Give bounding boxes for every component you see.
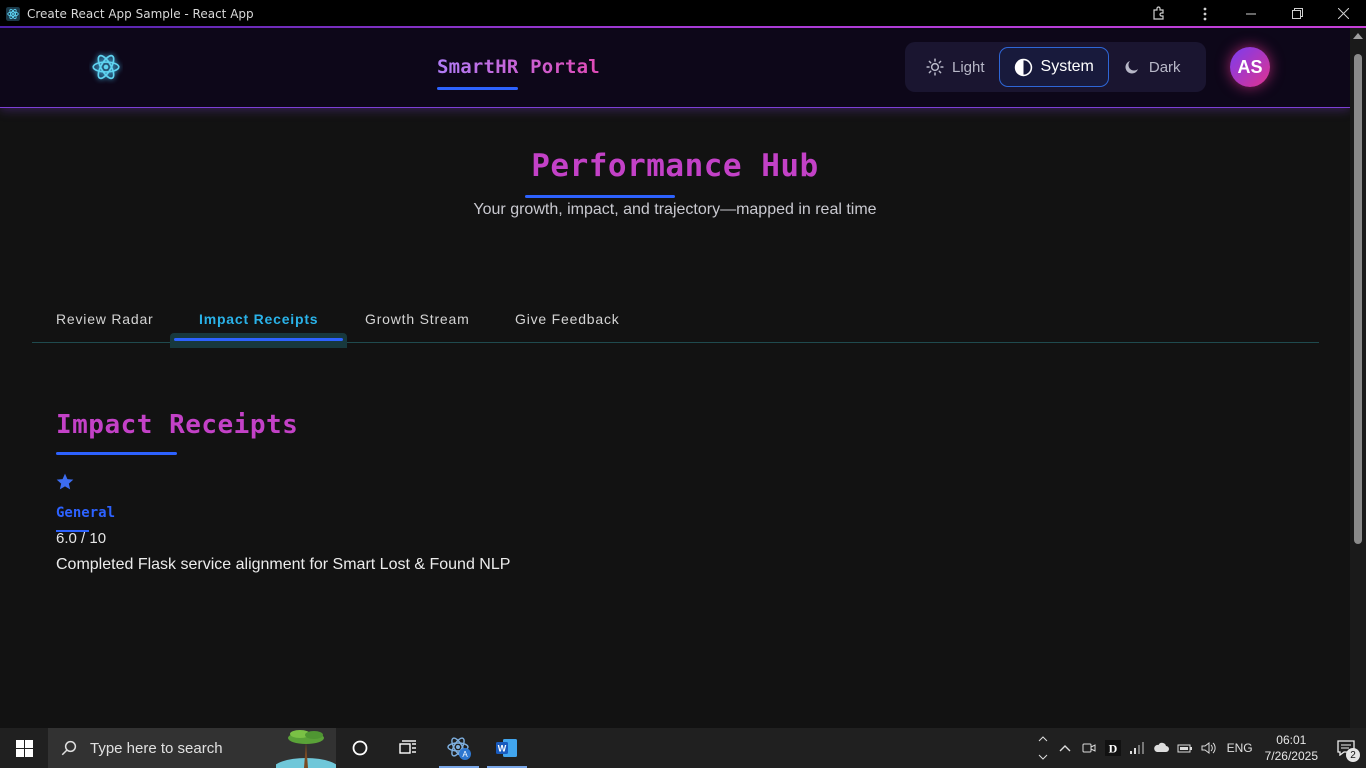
more-menu-icon[interactable]	[1182, 0, 1228, 27]
clock-time: 06:01	[1276, 733, 1307, 747]
moon-icon	[1125, 61, 1138, 74]
react-app-icon	[6, 6, 20, 21]
meet-now-icon[interactable]	[1077, 741, 1101, 755]
svg-text:A: A	[462, 750, 468, 759]
theme-system-button[interactable]: System	[998, 47, 1109, 87]
volume-icon[interactable]	[1197, 741, 1221, 755]
app-viewport: SmartHR Portal Light System Dark AS Perf…	[0, 28, 1350, 728]
search-placeholder: Type here to search	[90, 739, 223, 757]
language-indicator[interactable]: ENG	[1227, 741, 1253, 755]
tab-give-feedback[interactable]: Give Feedback	[515, 311, 620, 327]
battery-icon[interactable]	[1173, 742, 1197, 754]
receipt-description: Completed Flask service alignment for Sm…	[56, 556, 511, 573]
cortana-button[interactable]	[337, 728, 383, 768]
close-button[interactable]	[1320, 0, 1366, 27]
theme-light-label: Light	[952, 58, 985, 76]
word-icon: W	[496, 739, 517, 757]
user-avatar[interactable]: AS	[1230, 47, 1270, 87]
tab-review-radar[interactable]: Review Radar	[56, 311, 154, 327]
taskbar-react-app[interactable]: A	[436, 728, 482, 768]
tray-scroll-icon[interactable]	[1033, 728, 1053, 768]
tab-impact-receipts[interactable]: Impact Receipts	[199, 311, 318, 327]
window-controls	[1136, 0, 1366, 27]
task-view-icon	[399, 740, 416, 754]
taskbar: Type here to search A W D ENG 06:01 7/26…	[0, 728, 1366, 768]
theme-dark-label: Dark	[1148, 58, 1181, 76]
cortana-circle-icon	[352, 740, 368, 756]
search-icon	[61, 740, 77, 756]
star-icon	[56, 473, 74, 490]
react-logo-icon[interactable]	[89, 50, 123, 84]
theme-light-button[interactable]: Light	[912, 47, 999, 87]
page-scrollbar[interactable]	[1350, 28, 1366, 728]
theme-dark-button[interactable]: Dark	[1109, 47, 1195, 87]
scrollbar-thumb[interactable]	[1354, 54, 1362, 544]
page-title: Performance Hub	[531, 148, 819, 184]
receipt-category: General	[56, 505, 116, 521]
theme-switcher: Light System Dark	[905, 42, 1206, 92]
scroll-up-icon[interactable]	[1353, 33, 1363, 39]
windows-start-button[interactable]	[0, 728, 48, 768]
d-app-tray-icon[interactable]: D	[1101, 740, 1125, 756]
react-taskbar-icon: A	[447, 737, 471, 760]
window-titlebar: Create React App Sample - React App	[0, 0, 1366, 27]
restore-button[interactable]	[1274, 0, 1320, 27]
section-title: Impact Receipts	[56, 410, 299, 440]
taskbar-search[interactable]: Type here to search	[48, 728, 336, 768]
clock-date: 7/26/2025	[1264, 749, 1318, 763]
sun-icon	[926, 58, 944, 76]
tab-bar: Review Radar Impact Receipts Growth Stre…	[32, 300, 1319, 348]
app-header: SmartHR Portal Light System Dark AS	[0, 28, 1350, 108]
brand-underline	[437, 87, 518, 90]
taskbar-word-app[interactable]: W	[484, 728, 530, 768]
notifications-button[interactable]: 2	[1326, 728, 1366, 768]
window-title: Create React App Sample - React App	[27, 6, 254, 21]
svg-text:D: D	[1108, 742, 1117, 756]
svg-text:W: W	[498, 744, 507, 754]
receipt-score: 6.0 / 10	[56, 530, 107, 547]
section-title-underline	[56, 452, 177, 455]
search-highlight-tree-icon	[276, 730, 336, 768]
windows-logo-icon	[15, 739, 33, 757]
notification-count: 2	[1346, 748, 1360, 762]
onedrive-icon[interactable]	[1149, 742, 1173, 754]
brand-title[interactable]: SmartHR Portal	[437, 56, 600, 78]
system-tray: D ENG 06:01 7/26/2025 2	[1033, 728, 1366, 768]
theme-system-label: System	[1040, 58, 1094, 75]
extensions-icon[interactable]	[1136, 0, 1182, 27]
active-tab-indicator	[170, 333, 347, 348]
clock[interactable]: 06:01 7/26/2025	[1265, 732, 1318, 764]
half-circle-icon	[1014, 58, 1032, 76]
signal-icon[interactable]	[1125, 742, 1149, 754]
page-subtitle: Your growth, impact, and trajectory—mapp…	[473, 201, 877, 218]
task-view-button[interactable]	[385, 728, 431, 768]
page-title-underline	[525, 195, 675, 198]
tab-growth-stream[interactable]: Growth Stream	[365, 311, 470, 327]
minimize-button[interactable]	[1228, 0, 1274, 27]
show-hidden-icons-icon[interactable]	[1053, 744, 1077, 752]
